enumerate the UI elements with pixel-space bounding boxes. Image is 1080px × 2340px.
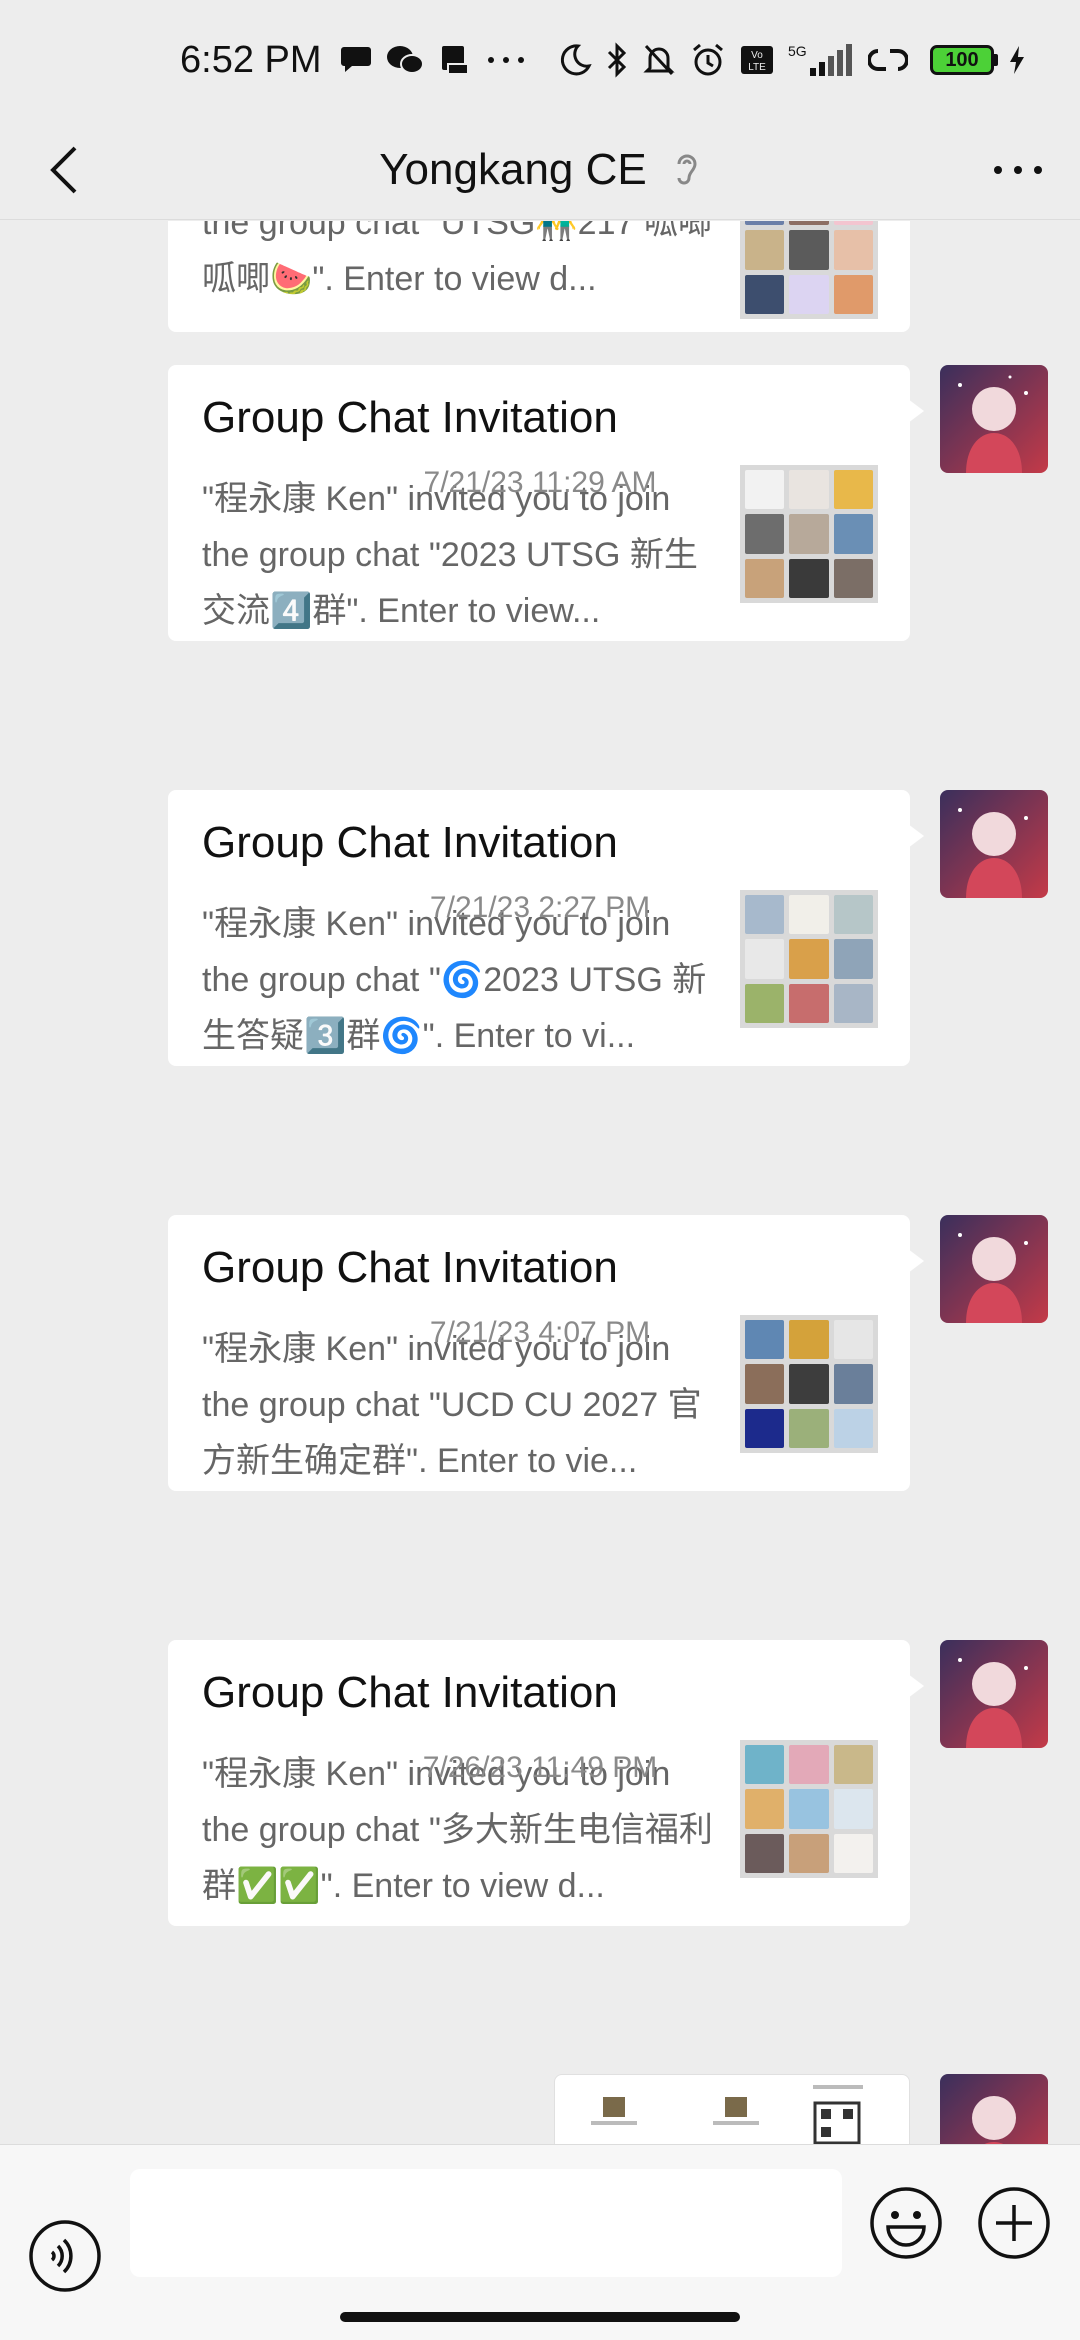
member-avatar-tile [745,939,785,979]
alarm-icon [690,42,726,78]
member-avatar-tile [789,1833,829,1873]
timestamp: 7/26/23 11:49 PM [422,1751,658,1784]
more-notifications-icon [486,55,526,65]
charging-bolt-icon [1008,45,1026,75]
member-avatar-tile [833,558,873,598]
chat-title[interactable]: Yongkang CE [379,145,646,195]
member-avatar-tile [833,1408,873,1448]
member-avatar-tile [833,983,873,1023]
member-avatar-tile [833,221,873,226]
image-message[interactable] [554,2074,910,2144]
svg-text:LTE: LTE [748,62,766,73]
member-avatar-tile [789,1364,829,1404]
svg-text:5G: 5G [788,43,807,59]
member-avatar-tile [789,221,829,226]
member-avatar-tile [745,514,785,554]
more-actions-button[interactable] [976,2185,1052,2261]
member-avatar-tile [745,1789,785,1829]
member-avatar-tile [789,558,829,598]
voice-icon [29,2220,101,2292]
status-bar: 6:52 PM Vo LTE 5G 100 [0,0,1080,120]
moon-icon [558,43,592,77]
member-avatar-tile [745,1408,785,1448]
hotspot-link-icon [868,45,908,75]
avatar[interactable] [940,365,1048,473]
member-avatar-tile [833,230,873,270]
invitation-title: Group Chat Invitation [202,818,618,867]
member-avatar-tile [833,939,873,979]
chat-header: Yongkang CE [0,120,1080,220]
member-avatar-tile [745,983,785,1023]
member-avatar-tile [833,1789,873,1829]
member-avatar-tile [789,983,829,1023]
chat-messages[interactable]: the group chat "UTSG👬217 呱唧呱唧🍉". Enter t… [0,221,1080,2144]
back-button[interactable] [36,142,92,198]
member-avatar-tile [789,230,829,270]
ear-icon [673,150,701,190]
member-avatar-tile [789,514,829,554]
member-avatar-tile [745,1833,785,1873]
wechat-icon [386,44,424,76]
status-right: Vo LTE 5G 100 [558,0,1040,120]
group-invitation-message[interactable]: Group Chat Invitation "程永康 Ken" invited … [168,790,924,1066]
member-avatar-tile [833,1833,873,1873]
timestamp: 7/21/23 2:27 PM [429,891,651,924]
member-avatar-tile [789,1789,829,1829]
member-avatar-tile [833,274,873,314]
bell-muted-icon [642,42,676,78]
member-avatar-tile [745,558,785,598]
message-input[interactable] [130,2169,842,2277]
member-avatar-tile [789,274,829,314]
signal-5g-icon: 5G [788,42,854,78]
timestamp: 7/21/23 4:07 PM [429,1316,651,1349]
status-time: 6:52 PM [180,38,322,81]
invitation-description: the group chat "UTSG👬217 呱唧呱唧🍉". Enter t… [202,221,712,298]
group-invitation-message[interactable]: Group Chat Invitation "程永康 Ken" invited … [168,365,924,641]
member-avatar-tile [833,1364,873,1404]
avatar[interactable] [940,790,1048,898]
volte-icon: Vo LTE [740,45,774,75]
more-options-button[interactable] [986,142,1050,198]
battery-cap [994,54,998,66]
message-bubble-icon [340,45,372,75]
voice-input-button[interactable] [28,2219,102,2293]
svg-text:Vo: Vo [751,50,763,61]
invitation-title: Group Chat Invitation [202,393,618,442]
chevron-left-icon [50,146,77,194]
invitation-title: Group Chat Invitation [202,1243,618,1292]
group-invitation-message[interactable]: the group chat "UTSG👬217 呱唧呱唧🍉". Enter t… [168,221,910,332]
member-avatar-tile [745,1364,785,1404]
member-avatar-tile [789,1408,829,1448]
member-avatar-tile [745,221,785,226]
group-invitation-message[interactable]: Group Chat Invitation "程永康 Ken" invited … [168,1215,924,1491]
timestamp: 7/21/23 11:29 AM [423,466,657,499]
member-avatar-tile [745,230,785,270]
document-scan-icon [438,44,472,76]
group-thumbnail [740,221,878,319]
invitation-title: Group Chat Invitation [202,1668,618,1717]
member-avatar-tile [745,274,785,314]
plus-icon [978,2187,1050,2259]
message-input-bar [0,2144,1080,2340]
member-avatar-tile [789,939,829,979]
smiley-icon [870,2187,942,2259]
member-avatar-tile [833,514,873,554]
home-indicator[interactable] [340,2312,740,2322]
bluetooth-icon [606,42,628,78]
avatar[interactable] [940,1215,1048,1323]
emoji-button[interactable] [868,2185,944,2261]
avatar[interactable] [940,1640,1048,1748]
ellipsis-icon [994,166,1042,174]
avatar[interactable] [940,2074,1048,2144]
battery-indicator: 100 [930,45,994,75]
